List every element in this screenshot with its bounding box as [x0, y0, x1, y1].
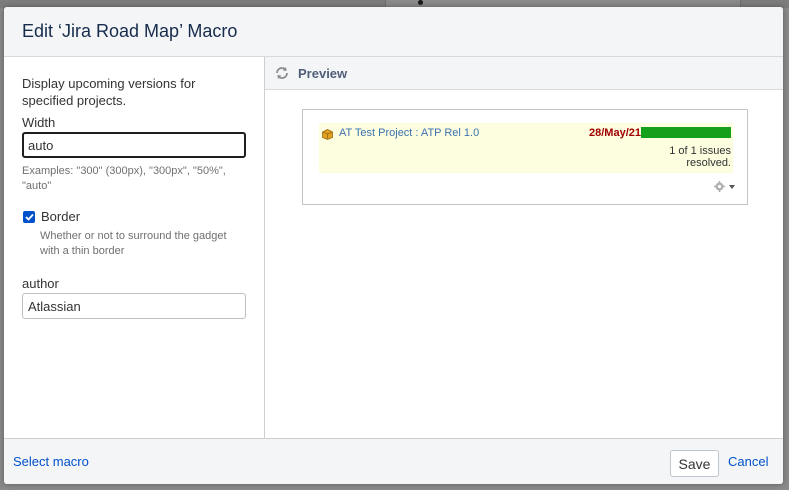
cancel-link[interactable]: Cancel [728, 454, 768, 469]
border-checkbox[interactable] [23, 210, 35, 223]
chevron-down-icon [729, 184, 735, 189]
border-help: Whether or not to surround the gadget wi… [40, 230, 227, 257]
preview-bar: Preview [265, 57, 783, 90]
macro-parameters-panel: Display upcoming versions for specified … [4, 57, 265, 438]
issues-count: 1 of 1 issues [669, 145, 731, 157]
macro-description: Display upcoming versions for specified … [22, 76, 196, 108]
dialog-title: Edit ‘Jira Road Map’ Macro [22, 21, 238, 41]
author-label: author [22, 276, 59, 291]
gadget-menu[interactable] [714, 181, 736, 192]
refresh-icon[interactable] [274, 65, 290, 81]
gear-icon [714, 181, 725, 192]
width-input[interactable] [22, 132, 246, 158]
width-label: Width [22, 115, 56, 130]
roadmap-gadget: AT Test Project : ATP Rel 1.0 28/May/21 … [302, 109, 748, 205]
dialog-footer: Select macro Save Cancel [4, 438, 783, 484]
preview-panel: Preview AT Test Project : ATP Rel 1.0 28… [265, 57, 783, 438]
dialog-body: Display upcoming versions for specified … [4, 57, 783, 438]
progress-fill [641, 127, 731, 138]
author-input[interactable] [22, 293, 246, 319]
release-date: 28/May/21 [589, 127, 641, 139]
package-icon [322, 129, 333, 140]
checkmark-icon [24, 213, 34, 221]
dialog-header: Edit ‘Jira Road Map’ Macro [4, 7, 783, 57]
save-button[interactable]: Save [670, 450, 719, 477]
border-row: Border [22, 209, 247, 224]
progress-bar [641, 127, 731, 138]
roadmap-version-row: AT Test Project : ATP Rel 1.0 28/May/21 … [319, 123, 733, 173]
version-link[interactable]: AT Test Project : ATP Rel 1.0 [339, 127, 479, 139]
issues-status: resolved. [686, 157, 731, 169]
border-label: Border [41, 209, 81, 224]
bullet-icon [418, 0, 423, 5]
width-help: Examples: "300" (300px), "300px", "50%",… [22, 165, 226, 192]
preview-title: Preview [298, 65, 348, 81]
macro-dialog: Edit ‘Jira Road Map’ Macro Display upcom… [4, 7, 783, 484]
select-macro-link[interactable]: Select macro [13, 454, 89, 469]
